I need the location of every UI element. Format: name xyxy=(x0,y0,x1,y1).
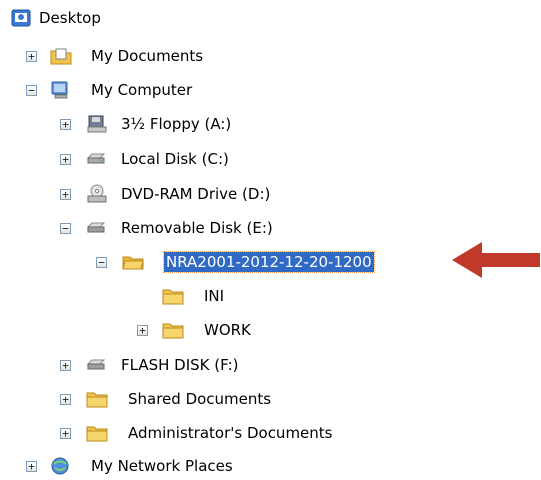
tree-item-my-computer[interactable]: My Computer xyxy=(50,78,270,102)
tree-label-removable-disk: Removable Disk (E:) xyxy=(121,219,273,237)
folder-icon xyxy=(162,323,184,339)
tree-item-floppy[interactable]: 3½ Floppy (A:) xyxy=(86,112,306,136)
tree-item-desktop[interactable]: Desktop xyxy=(10,6,210,30)
open-folder-icon xyxy=(122,256,144,270)
tree-label-dvd: DVD-RAM Drive (D:) xyxy=(121,185,271,203)
tree-item-removable-disk[interactable]: Removable Disk (E:) xyxy=(86,216,306,240)
tree-label-admin-documents: Administrator's Documents xyxy=(128,424,333,442)
removable-disk-icon xyxy=(86,222,106,233)
my-documents-icon xyxy=(50,48,72,65)
folder-icon xyxy=(162,289,184,305)
removable-disk-icon xyxy=(86,359,106,370)
collapse-nra-folder-button[interactable]: − xyxy=(96,257,107,268)
tree-label-floppy: 3½ Floppy (A:) xyxy=(121,115,232,133)
tree-item-flash-disk[interactable]: FLASH DISK (F:) xyxy=(86,353,306,377)
tree-item-admin-documents[interactable]: Administrator's Documents xyxy=(86,421,386,445)
tree-item-dvd[interactable]: DVD-RAM Drive (D:) xyxy=(86,182,306,206)
tree-label-flash-disk: FLASH DISK (F:) xyxy=(121,356,239,374)
folder-icon xyxy=(86,392,108,408)
expand-local-disk-button[interactable]: + xyxy=(60,154,71,165)
expand-admin-documents-button[interactable]: + xyxy=(60,428,71,439)
tree-item-work[interactable]: WORK xyxy=(162,318,322,342)
tree-item-ini[interactable]: INI xyxy=(162,284,322,308)
tree-label-local-disk: Local Disk (C:) xyxy=(121,150,229,168)
tree-item-nra-folder[interactable]: NRA2001-2012-12-20-1200 xyxy=(122,250,452,274)
tree-label-ini: INI xyxy=(204,287,225,305)
collapse-removable-disk-button[interactable]: − xyxy=(60,223,71,234)
tree-label-my-documents: My Documents xyxy=(91,47,204,65)
tree-item-my-network-places[interactable]: My Network Places xyxy=(50,454,290,478)
tree-item-shared-documents[interactable]: Shared Documents xyxy=(86,387,326,411)
expand-flash-disk-button[interactable]: + xyxy=(60,360,71,371)
annotation-arrow-icon xyxy=(452,242,540,278)
my-computer-icon xyxy=(51,81,68,99)
dvd-drive-icon xyxy=(87,184,107,203)
folder-icon xyxy=(86,426,108,442)
desktop-icon xyxy=(11,9,31,27)
hard-disk-icon xyxy=(86,153,106,164)
tree-label-desktop: Desktop xyxy=(39,9,101,27)
tree-item-my-documents[interactable]: My Documents xyxy=(50,44,270,68)
collapse-my-computer-button[interactable]: − xyxy=(26,85,37,96)
tree-label-nra-folder: NRA2001-2012-12-20-1200 xyxy=(163,251,375,273)
expand-dvd-button[interactable]: + xyxy=(60,189,71,200)
floppy-drive-icon xyxy=(87,115,107,133)
expand-my-network-places-button[interactable]: + xyxy=(26,461,37,472)
expand-shared-documents-button[interactable]: + xyxy=(60,394,71,405)
tree-label-work: WORK xyxy=(204,321,251,339)
network-places-icon xyxy=(51,457,69,475)
tree-label-my-network-places: My Network Places xyxy=(91,457,233,475)
expand-floppy-button[interactable]: + xyxy=(60,119,71,130)
expand-work-button[interactable]: + xyxy=(137,325,148,336)
tree-item-local-disk[interactable]: Local Disk (C:) xyxy=(86,147,306,171)
tree-label-my-computer: My Computer xyxy=(91,81,193,99)
expand-my-documents-button[interactable]: + xyxy=(26,51,37,62)
tree-label-shared-documents: Shared Documents xyxy=(128,390,272,408)
